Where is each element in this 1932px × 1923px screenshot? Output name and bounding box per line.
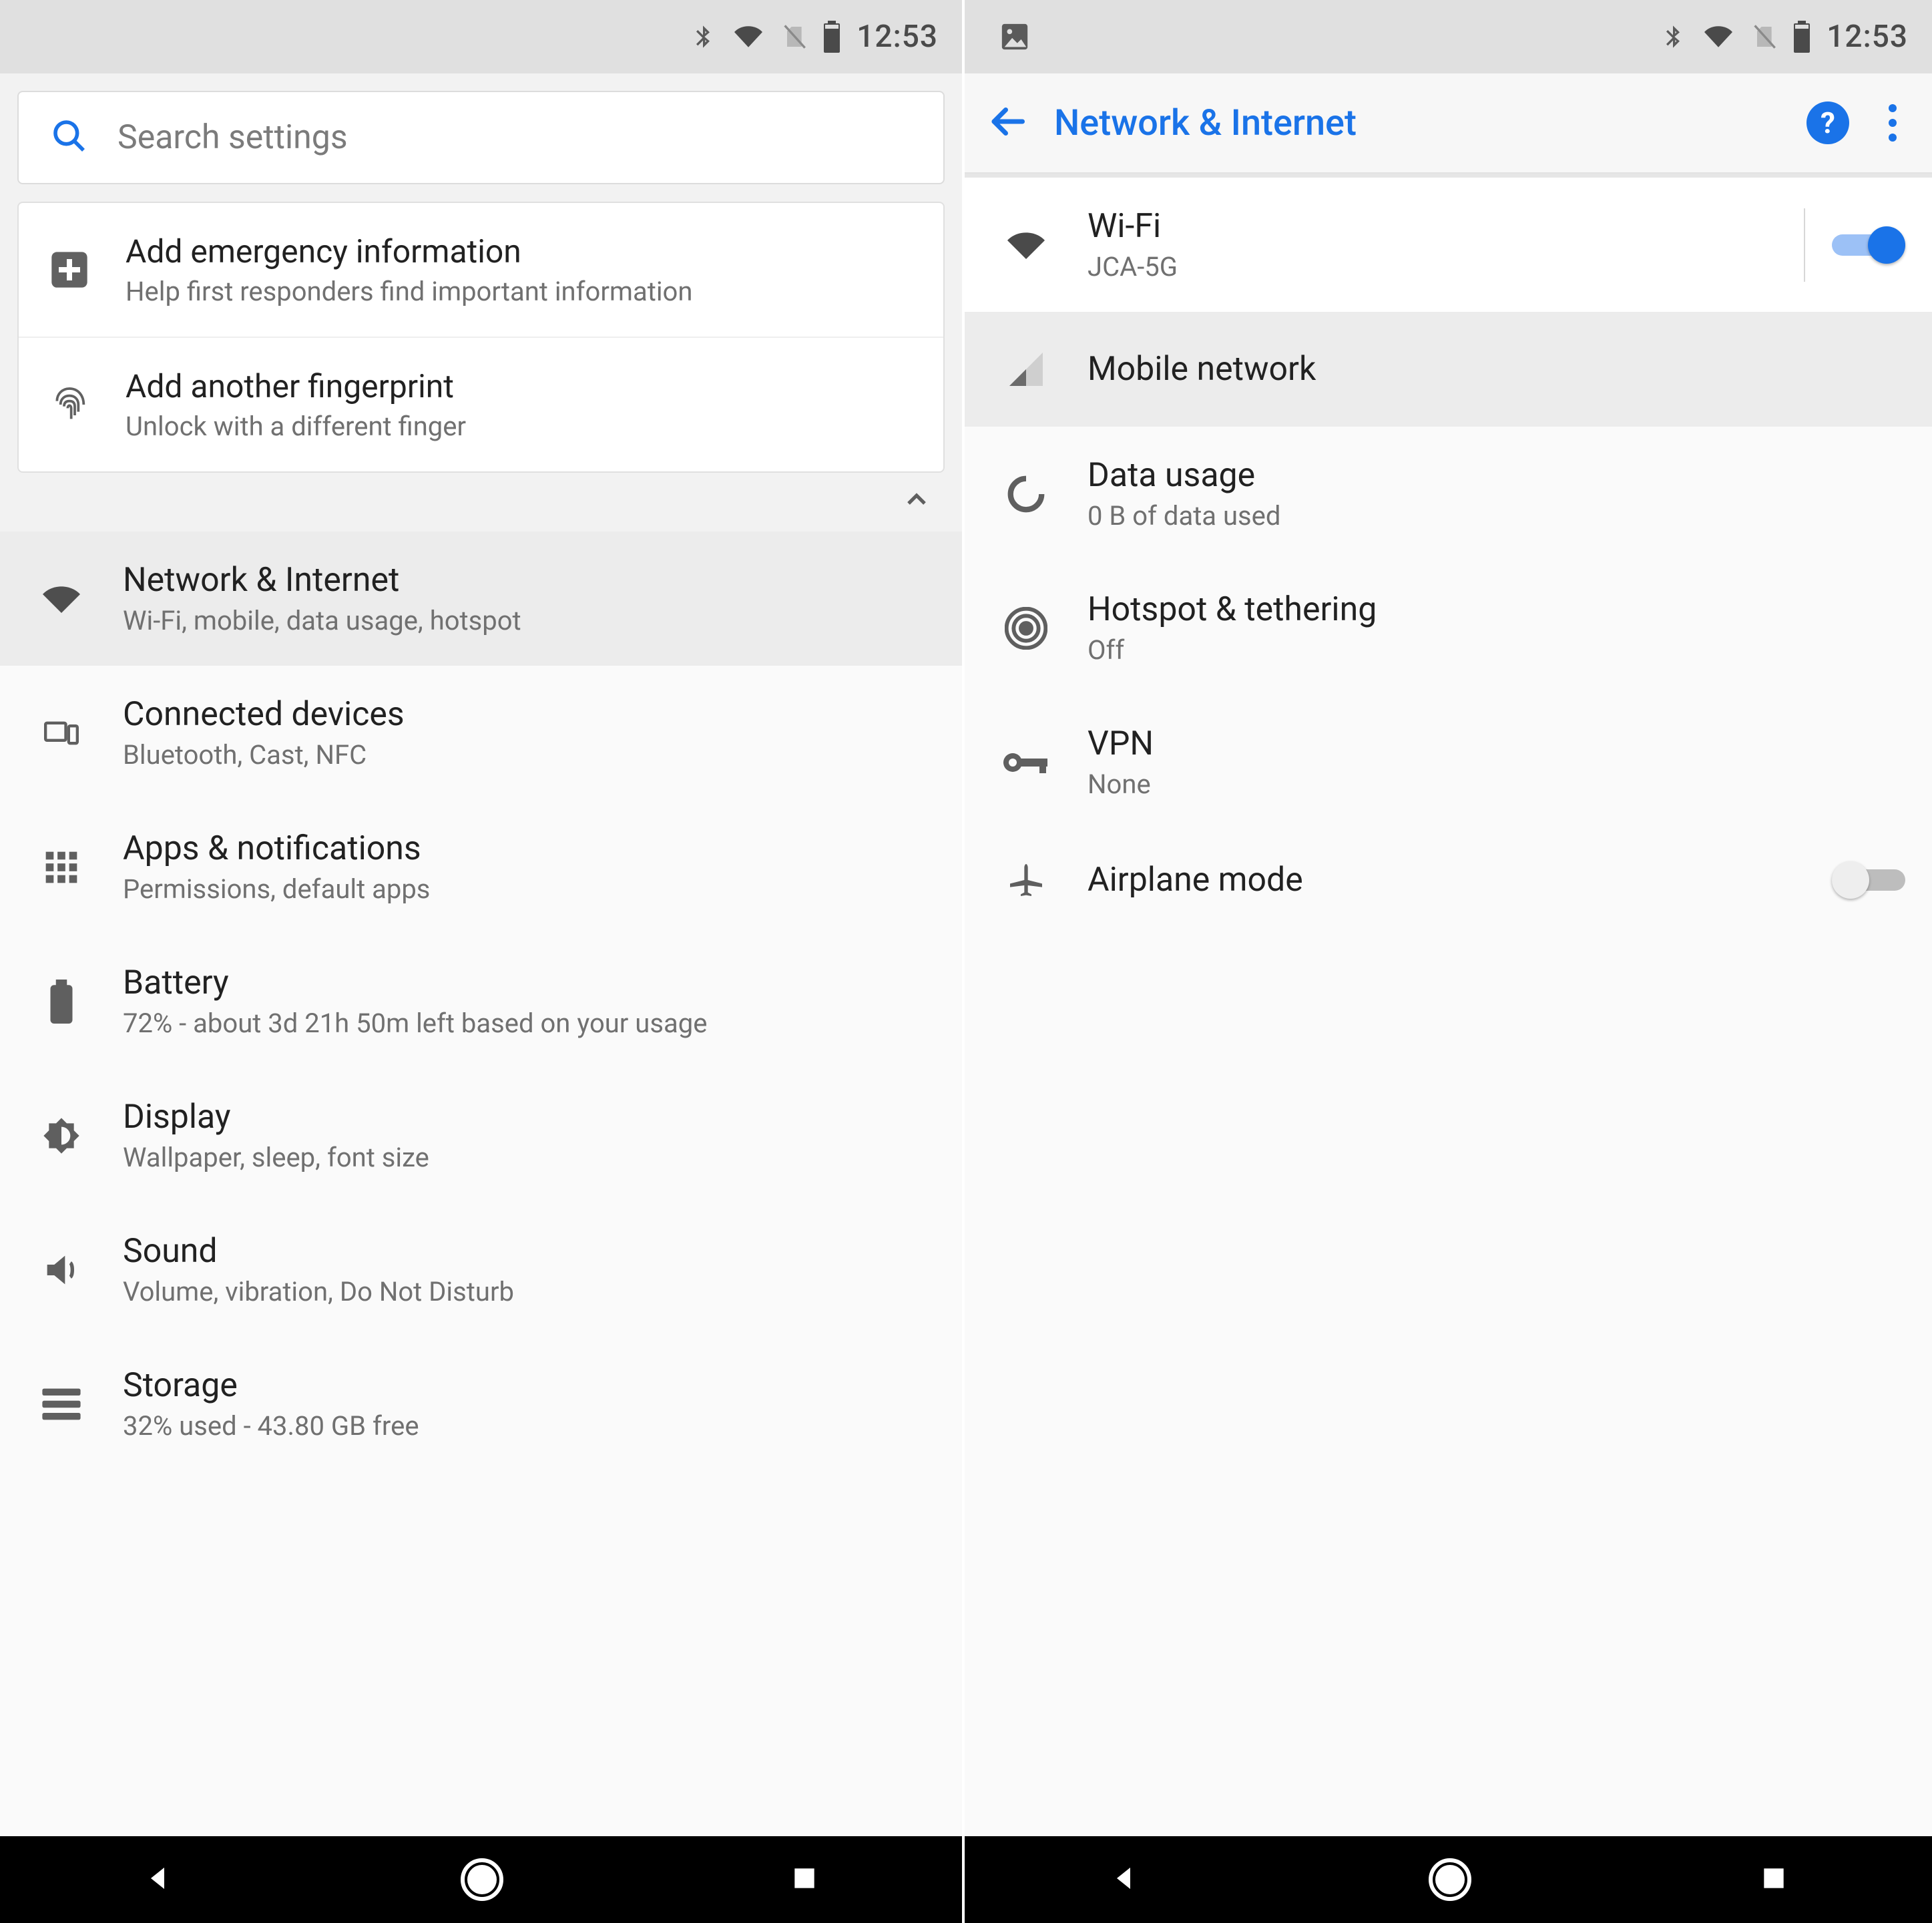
suggestion-title: Add another fingerprint: [126, 367, 466, 405]
medical-plus-icon: [45, 246, 93, 294]
collapse-suggestions-button[interactable]: [901, 483, 933, 518]
data-usage-icon: [999, 473, 1053, 515]
item-title: Apps & notifications: [123, 829, 430, 868]
item-subtitle: Off: [1088, 634, 1377, 666]
clock-text: 12:53: [1827, 19, 1908, 55]
no-sim-icon: [1750, 21, 1777, 53]
suggestion-emergency-info[interactable]: Add emergency information Help first res…: [19, 203, 943, 338]
bluetooth-icon: [690, 20, 716, 53]
back-button[interactable]: [143, 1862, 175, 1897]
item-subtitle: Wi-Fi, mobile, data usage, hotspot: [123, 605, 521, 636]
battery-icon: [35, 980, 88, 1024]
clock-text: 12:53: [857, 19, 938, 55]
devices-icon: [35, 716, 88, 751]
no-sim-icon: [780, 21, 807, 53]
item-subtitle: 72% - about 3d 21h 50m left based on you…: [123, 1008, 707, 1039]
item-title: Connected devices: [123, 695, 405, 734]
suggestion-subtitle: Help first responders find important inf…: [126, 276, 692, 307]
settings-item-display[interactable]: Display Wallpaper, sleep, font size: [0, 1068, 962, 1203]
network-item-airplane-mode[interactable]: Airplane mode: [965, 829, 1932, 931]
battery-icon: [1792, 21, 1812, 53]
status-bar: 12:53: [0, 0, 962, 73]
search-settings-field[interactable]: Search settings: [17, 91, 945, 184]
page-title: Network & Internet: [1054, 102, 1780, 144]
settings-home-screen: 12:53 Search settings Add emergency info…: [0, 0, 965, 1923]
navigation-bar: [965, 1836, 1932, 1923]
settings-item-apps-notifications[interactable]: Apps & notifications Permissions, defaul…: [0, 800, 962, 934]
item-title: Sound: [123, 1232, 514, 1271]
brightness-icon: [35, 1114, 88, 1157]
suggestions-card: Add emergency information Help first res…: [17, 202, 945, 473]
network-item-wifi[interactable]: Wi-Fi JCA-5G: [965, 178, 1932, 312]
network-item-mobile-network[interactable]: Mobile network: [965, 312, 1932, 427]
suggestion-add-fingerprint[interactable]: Add another fingerprint Unlock with a di…: [19, 338, 943, 471]
item-title: Mobile network: [1088, 350, 1316, 389]
item-subtitle: Wallpaper, sleep, font size: [123, 1142, 429, 1173]
help-button[interactable]: ?: [1806, 101, 1849, 144]
wifi-icon: [35, 580, 88, 618]
volume-icon: [35, 1249, 88, 1291]
suggestion-subtitle: Unlock with a different finger: [126, 411, 466, 442]
recents-button[interactable]: [1759, 1864, 1788, 1896]
item-title: Wi-Fi: [1088, 207, 1178, 246]
item-subtitle: None: [1088, 769, 1154, 800]
item-subtitle: JCA-5G: [1088, 251, 1178, 282]
network-item-data-usage[interactable]: Data usage 0 B of data used: [965, 427, 1932, 561]
settings-item-battery[interactable]: Battery 72% - about 3d 21h 50m left base…: [0, 934, 962, 1068]
wifi-icon: [731, 23, 766, 51]
more-options-button[interactable]: [1876, 104, 1909, 142]
bluetooth-icon: [1660, 20, 1686, 53]
status-bar: 12:53: [965, 0, 1932, 73]
item-title: Network & Internet: [123, 561, 521, 600]
airplane-mode-toggle[interactable]: [1832, 861, 1905, 899]
fingerprint-icon: [45, 381, 93, 429]
home-button[interactable]: [461, 1858, 503, 1901]
divider: [1804, 208, 1805, 282]
wifi-icon: [1701, 23, 1736, 51]
network-list: Wi-Fi JCA-5G Mobile network: [965, 178, 1932, 1836]
app-bar: Network & Internet ?: [965, 73, 1932, 174]
cellular-signal-icon: [999, 349, 1053, 389]
settings-item-network-internet[interactable]: Network & Internet Wi-Fi, mobile, data u…: [0, 531, 962, 666]
storage-icon: [35, 1387, 88, 1422]
wifi-toggle[interactable]: [1832, 226, 1905, 264]
settings-item-storage[interactable]: Storage 32% used - 43.80 GB free: [0, 1337, 962, 1448]
suggestion-title: Add emergency information: [126, 232, 692, 270]
battery-icon: [822, 21, 842, 53]
back-button[interactable]: [1109, 1862, 1141, 1897]
item-title: Display: [123, 1098, 429, 1136]
item-title: Storage: [123, 1366, 419, 1405]
item-title: Data usage: [1088, 456, 1280, 495]
home-button[interactable]: [1429, 1858, 1471, 1901]
apps-grid-icon: [35, 849, 88, 886]
airplane-icon: [999, 859, 1053, 901]
network-internet-screen: 12:53 Network & Internet ? Wi-Fi JCA-5G: [965, 0, 1932, 1923]
item-subtitle: 0 B of data used: [1088, 500, 1280, 531]
item-title: Battery: [123, 964, 707, 1002]
settings-list: Network & Internet Wi-Fi, mobile, data u…: [0, 531, 962, 1836]
wifi-icon: [999, 226, 1053, 264]
settings-item-sound[interactable]: Sound Volume, vibration, Do Not Disturb: [0, 1203, 962, 1337]
item-subtitle: Permissions, default apps: [123, 873, 430, 905]
item-subtitle: 32% used - 43.80 GB free: [123, 1410, 419, 1442]
hotspot-icon: [999, 607, 1053, 650]
item-title: VPN: [1088, 724, 1154, 763]
back-arrow-button[interactable]: [987, 101, 1027, 144]
image-notification-icon: [999, 21, 1030, 52]
network-item-vpn[interactable]: VPN None: [965, 695, 1932, 829]
settings-item-connected-devices[interactable]: Connected devices Bluetooth, Cast, NFC: [0, 666, 962, 800]
navigation-bar: [0, 1836, 962, 1923]
item-title: Hotspot & tethering: [1088, 590, 1377, 629]
item-subtitle: Volume, vibration, Do Not Disturb: [123, 1276, 514, 1307]
recents-button[interactable]: [790, 1864, 819, 1896]
search-icon: [51, 118, 88, 158]
item-title: Airplane mode: [1088, 861, 1303, 899]
network-item-hotspot-tethering[interactable]: Hotspot & tethering Off: [965, 561, 1932, 695]
search-placeholder: Search settings: [117, 118, 348, 157]
item-subtitle: Bluetooth, Cast, NFC: [123, 739, 405, 771]
vpn-key-icon: [999, 748, 1053, 777]
